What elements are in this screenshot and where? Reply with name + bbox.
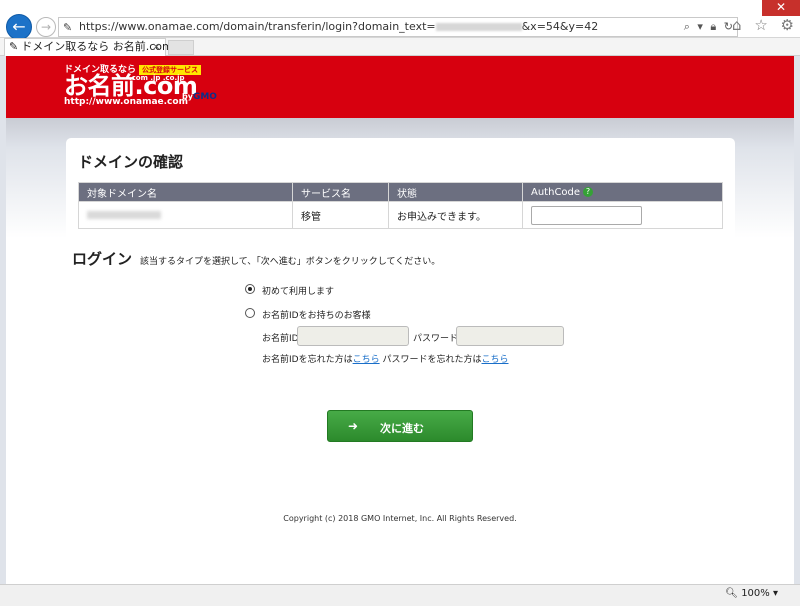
table-header-row: 対象ドメイン名 サービス名 状態 AuthCode?	[78, 182, 723, 202]
right-arrow-icon: ➜	[348, 419, 359, 433]
forgot-password-link[interactable]: こちら	[482, 355, 509, 365]
browser-tab[interactable]: ✎ ドメイン取るなら お名前.com ×	[4, 38, 173, 56]
id-label: お名前ID	[262, 334, 299, 344]
site-favicon-icon: ✎	[63, 21, 73, 34]
cell-service: 移管	[292, 201, 389, 229]
cell-domain	[78, 201, 293, 229]
domain-confirm-title: ドメインの確認	[78, 153, 184, 171]
cell-authcode	[522, 201, 723, 229]
gmo-logo: byGMO	[182, 92, 217, 102]
cell-status: お申込みできます。	[388, 201, 523, 229]
blurred-domain-text	[87, 210, 161, 219]
authcode-input[interactable]	[531, 205, 642, 225]
lock-icon[interactable]: 🔒︎	[710, 20, 716, 33]
header-status: 状態	[388, 182, 523, 202]
status-bar: 🔍︎ 100% ▾	[0, 584, 800, 606]
site-header: ドメイン取るなら 公式登録サービス お名前.com .com .jp .co.jp…	[6, 56, 794, 118]
forgot-id-link[interactable]: こちら	[353, 355, 380, 365]
onamae-id-input[interactable]	[297, 326, 409, 346]
back-button[interactable]: ←	[6, 14, 32, 40]
zoom-control[interactable]: 🔍︎ 100% ▾	[725, 588, 778, 599]
header-authcode: AuthCode?	[522, 182, 723, 202]
window-close-button[interactable]: ✕	[762, 0, 800, 16]
onamae-logo[interactable]: ドメイン取るなら 公式登録サービス お名前.com .com .jp .co.jp…	[64, 62, 217, 107]
header-service: サービス名	[292, 182, 389, 202]
forward-button[interactable]: →	[36, 17, 56, 37]
address-bar[interactable]: ✎ https://www.onamae.com/domain/transfer…	[58, 17, 738, 37]
tab-title: ドメイン取るなら お名前.com	[21, 40, 173, 53]
domain-table: 対象ドメイン名 サービス名 状態 AuthCode? 移管 お申込みできます。	[78, 182, 723, 229]
forward-arrow-icon: →	[40, 20, 52, 34]
zoom-icon: 🔍︎	[725, 588, 738, 599]
radio-new-user[interactable]	[245, 284, 255, 294]
option-existing-user-label[interactable]: お名前IDをお持ちのお客様	[262, 308, 371, 321]
option-new-user-label[interactable]: 初めて利用します	[262, 284, 334, 297]
back-arrow-icon: ←	[12, 17, 26, 36]
tab-favicon-icon: ✎	[9, 40, 19, 53]
copyright: Copyright (c) 2018 GMO Internet, Inc. Al…	[283, 514, 517, 523]
help-question-icon[interactable]: ?	[583, 186, 594, 197]
settings-gear-icon[interactable]: ⚙	[781, 16, 794, 34]
login-description: 該当するタイプを選択して、「次へ進む」ボタンをクリックしてください。	[140, 257, 441, 267]
header-domain: 対象ドメイン名	[78, 182, 293, 202]
domain-confirm-card: ドメインの確認 対象ドメイン名 サービス名 状態 AuthCode? 移管 お申…	[66, 138, 735, 508]
login-title: ログイン	[72, 250, 133, 268]
new-tab-button[interactable]	[168, 40, 194, 55]
table-row: 移管 お申込みできます。	[78, 201, 723, 229]
tab-close-icon[interactable]: ×	[152, 39, 161, 55]
radio-existing-user[interactable]	[245, 308, 255, 318]
search-icon[interactable]: ⌕	[684, 20, 690, 33]
password-label: パスワード	[413, 334, 459, 344]
forgot-links: お名前IDを忘れた方はこちら パスワードを忘れた方はこちら	[262, 355, 509, 365]
browser-toolbar: ✕ ← → ✎ https://www.onamae.com/domain/tr…	[0, 0, 800, 40]
address-url[interactable]: https://www.onamae.com/domain/transferin…	[79, 20, 598, 33]
home-icon[interactable]: ⌂	[732, 16, 742, 34]
dropdown-icon[interactable]: ▾	[697, 20, 703, 33]
password-input[interactable]	[456, 326, 564, 346]
blurred-domain-text	[435, 23, 522, 31]
next-button[interactable]: ➜ 次に進む	[327, 410, 473, 442]
favorites-star-icon[interactable]: ☆	[754, 16, 767, 34]
tab-strip: ✎ ドメイン取るなら お名前.com ×	[0, 38, 800, 56]
